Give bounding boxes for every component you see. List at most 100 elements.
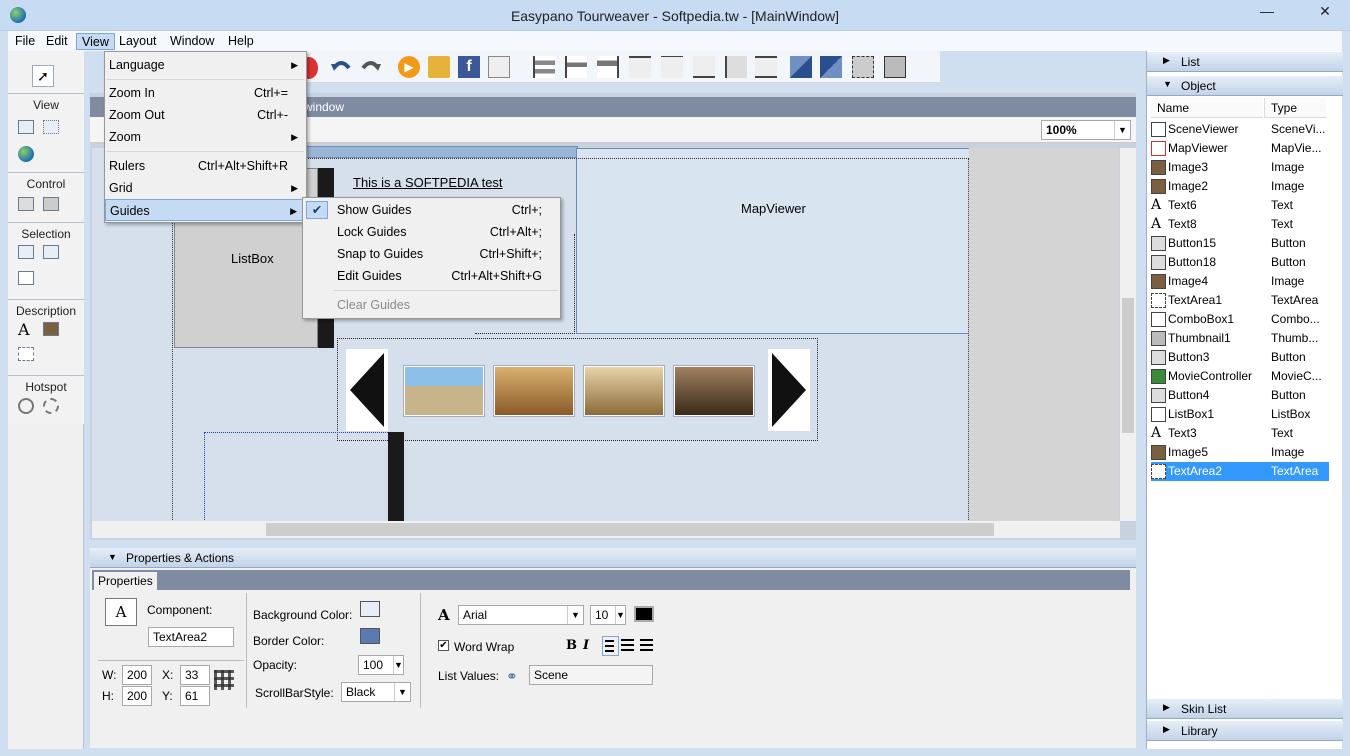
italic-button[interactable]: I bbox=[583, 638, 589, 653]
close-button[interactable]: ✕ bbox=[1302, 0, 1348, 22]
object-list-row[interactable]: MapViewer MapVie... bbox=[1151, 139, 1329, 158]
library-panel-header[interactable]: ▶ Library bbox=[1147, 721, 1343, 741]
object-list-row[interactable]: A Text6 Text bbox=[1151, 196, 1329, 215]
object-list-row[interactable]: Button18 Button bbox=[1151, 253, 1329, 272]
object-list-row[interactable]: Button15 Button bbox=[1151, 234, 1329, 253]
align-bottom-icon[interactable] bbox=[693, 56, 715, 78]
thumbnail-tool-icon[interactable] bbox=[18, 245, 34, 259]
button-tool-icon[interactable] bbox=[18, 197, 34, 211]
align-middle-icon[interactable] bbox=[661, 56, 683, 78]
menu-window[interactable]: Window bbox=[165, 33, 219, 50]
object-list-row[interactable]: Image2 Image bbox=[1151, 177, 1329, 196]
align-left-text-icon[interactable] bbox=[602, 636, 619, 656]
play-preview-icon[interactable]: ▶ bbox=[398, 56, 420, 78]
menu-item-show-guides[interactable]: ✔ Show Guides Ctrl+; bbox=[303, 199, 560, 221]
canvas-vertical-scrollbar[interactable] bbox=[1120, 148, 1136, 521]
bring-front-icon[interactable] bbox=[790, 56, 812, 78]
textarea-tool-icon[interactable] bbox=[18, 347, 34, 361]
object-list-row[interactable]: TextArea2 TextArea bbox=[1151, 462, 1329, 481]
object-list-row[interactable]: Button4 Button bbox=[1151, 386, 1329, 405]
menu-item-guides[interactable]: Guides ▶ bbox=[105, 199, 306, 221]
object-list-row[interactable]: A Text8 Text bbox=[1151, 215, 1329, 234]
menu-item-language[interactable]: Language ▶ bbox=[105, 54, 306, 76]
object-list-row[interactable]: ListBox1 ListBox bbox=[1151, 405, 1329, 424]
align-center-text-icon[interactable] bbox=[621, 639, 634, 652]
object-list-row[interactable]: ComboBox1 Combo... bbox=[1151, 310, 1329, 329]
facebook-icon[interactable]: f bbox=[458, 56, 480, 78]
text-tool-icon[interactable]: A bbox=[18, 320, 30, 339]
export-icon[interactable] bbox=[488, 56, 510, 78]
menu-edit[interactable]: Edit bbox=[41, 33, 73, 50]
object-list-row[interactable]: MovieController MovieC... bbox=[1151, 367, 1329, 386]
align-right-icon[interactable] bbox=[597, 56, 619, 78]
list-panel-header[interactable]: ▶ List bbox=[1147, 52, 1343, 72]
opacity-stepper[interactable]: 100 ▼ bbox=[358, 655, 404, 675]
sceneviewer-tool-icon[interactable] bbox=[18, 120, 34, 134]
menu-item-grid[interactable]: Grid ▶ bbox=[105, 177, 306, 199]
menu-item-edit-guides[interactable]: Edit Guides Ctrl+Alt+Shift+G bbox=[303, 265, 560, 287]
background-color-swatch[interactable] bbox=[360, 601, 380, 617]
font-size-select[interactable]: 10 ▼ bbox=[590, 605, 626, 625]
column-header-name[interactable]: Name bbox=[1151, 98, 1263, 118]
mapviewer-tool-icon[interactable] bbox=[43, 120, 59, 134]
list-values-field[interactable]: Scene bbox=[529, 665, 653, 685]
object-list-row[interactable]: Image5 Image bbox=[1151, 443, 1329, 462]
undo-icon[interactable] bbox=[330, 56, 352, 78]
image-tool-icon[interactable] bbox=[43, 322, 59, 336]
object-list-row[interactable]: A Text3 Text bbox=[1151, 424, 1329, 443]
font-family-select[interactable]: Arial ▼ bbox=[458, 605, 584, 625]
send-back-icon[interactable] bbox=[820, 56, 842, 78]
menu-item-snap-to-guides[interactable]: Snap to Guides Ctrl+Shift+; bbox=[303, 243, 560, 265]
word-wrap-checkbox[interactable]: ✔ bbox=[438, 640, 449, 651]
object-panel-header[interactable]: ▼ Object bbox=[1147, 76, 1343, 96]
menu-item-zoom[interactable]: Zoom ▶ bbox=[105, 126, 306, 148]
object-list-row[interactable]: Image4 Image bbox=[1151, 272, 1329, 291]
tab-properties[interactable]: Properties bbox=[94, 572, 157, 590]
combobox-tool-icon[interactable] bbox=[43, 197, 59, 211]
bold-button[interactable]: B bbox=[566, 638, 577, 653]
object-list-row[interactable]: Image3 Image bbox=[1151, 158, 1329, 177]
align-left-icon[interactable] bbox=[533, 56, 555, 78]
horizontal-scroll-thumb[interactable] bbox=[266, 523, 994, 536]
properties-panel-header[interactable]: ▼ Properties & Actions bbox=[90, 548, 1136, 568]
group-icon[interactable] bbox=[852, 56, 874, 78]
hotspot-tool-icon[interactable] bbox=[18, 398, 34, 414]
object-list-row[interactable]: SceneViewer SceneVi... bbox=[1151, 120, 1329, 139]
radar-tool-icon[interactable] bbox=[18, 146, 34, 162]
component-name-field[interactable]: TextArea2 bbox=[148, 627, 234, 647]
publish-icon[interactable] bbox=[428, 56, 450, 78]
object-list-row[interactable]: Thumbnail1 Thumb... bbox=[1151, 329, 1329, 348]
menu-view[interactable]: View bbox=[76, 33, 115, 50]
menu-item-zoom-in[interactable]: Zoom In Ctrl+= bbox=[105, 82, 306, 104]
border-color-swatch[interactable] bbox=[360, 628, 380, 644]
vertical-scroll-thumb[interactable] bbox=[1122, 298, 1134, 433]
menu-item-rulers[interactable]: Rulers Ctrl+Alt+Shift+R bbox=[105, 155, 306, 177]
dropdown-tool-icon[interactable] bbox=[18, 271, 34, 285]
same-height-icon[interactable] bbox=[755, 56, 777, 78]
polygon-hotspot-tool-icon[interactable] bbox=[43, 398, 59, 414]
x-field[interactable]: 33 bbox=[180, 665, 210, 685]
ungroup-icon[interactable] bbox=[884, 56, 906, 78]
pointer-tool-icon[interactable]: ➚ bbox=[32, 65, 54, 87]
link-icon[interactable]: ⚭ bbox=[506, 668, 522, 684]
menu-help[interactable]: Help bbox=[223, 33, 259, 50]
zoom-select[interactable]: 100% ▼ bbox=[1041, 120, 1131, 140]
textarea2-scrollbar[interactable] bbox=[388, 432, 404, 522]
align-top-icon[interactable] bbox=[629, 56, 651, 78]
y-field[interactable]: 61 bbox=[180, 686, 210, 706]
minimize-button[interactable]: — bbox=[1252, 0, 1282, 22]
anchor-grid-icon[interactable] bbox=[214, 670, 234, 690]
canvas-horizontal-scrollbar[interactable] bbox=[92, 521, 1120, 538]
menu-layout[interactable]: Layout bbox=[114, 33, 162, 50]
redo-icon[interactable] bbox=[360, 56, 382, 78]
object-list-row[interactable]: TextArea1 TextArea bbox=[1151, 291, 1329, 310]
align-center-icon[interactable] bbox=[565, 56, 587, 78]
align-right-text-icon[interactable] bbox=[640, 639, 653, 652]
text-color-swatch[interactable] bbox=[634, 606, 654, 622]
textarea2-selection[interactable] bbox=[204, 432, 404, 532]
column-header-type[interactable]: Type bbox=[1264, 98, 1326, 118]
object-list-row[interactable]: Button3 Button bbox=[1151, 348, 1329, 367]
menu-item-zoom-out[interactable]: Zoom Out Ctrl+- bbox=[105, 104, 306, 126]
menu-item-lock-guides[interactable]: Lock Guides Ctrl+Alt+; bbox=[303, 221, 560, 243]
listbox-tool-icon[interactable] bbox=[43, 245, 59, 259]
